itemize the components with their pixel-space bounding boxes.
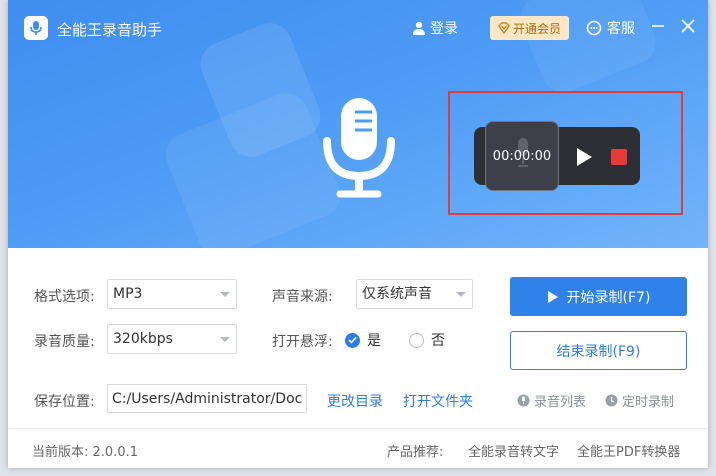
record-list-link[interactable]: 录音列表: [517, 391, 586, 410]
check-icon: [345, 332, 360, 348]
timed-record-label: 定时录制: [622, 395, 675, 410]
app-window: 全能王录音助手 登录 开通会员 客服 00:00:00 格式选项: MP3 声音…: [8, 0, 708, 468]
source-value: 仅系统声音: [362, 286, 432, 302]
stop-record-button[interactable]: 结束录制(F9): [510, 331, 687, 370]
float-yes-radio[interactable]: 是: [345, 330, 381, 350]
floating-timer[interactable]: 00:00:00: [485, 121, 559, 191]
record-list-label: 录音列表: [534, 395, 587, 410]
recommend-label: 产品推荐:: [387, 445, 444, 460]
footer: 当前版本: 2.0.0.1 产品推荐: 全能录音转文字 全能王PDF转换器: [8, 428, 708, 468]
mic-icon: [323, 98, 395, 198]
float-label: 打开悬浮:: [272, 334, 333, 350]
vip-label: 开通会员: [512, 21, 561, 36]
quality-label: 录音质量:: [34, 334, 95, 350]
timed-record-link[interactable]: 定时录制: [605, 391, 674, 410]
app-title: 全能王录音助手: [57, 21, 163, 39]
recommend-link-transcribe[interactable]: 全能录音转文字: [468, 441, 559, 460]
save-label: 保存位置:: [34, 394, 95, 410]
mic-icon: [518, 138, 528, 167]
chevron-down-icon: [456, 292, 466, 297]
mic-icon: [30, 21, 42, 35]
headset-icon: [586, 20, 602, 36]
start-record-button[interactable]: 开始录制(F7): [510, 277, 687, 316]
service-label: 客服: [607, 21, 635, 37]
service-button[interactable]: 客服: [586, 18, 635, 38]
open-folder-link[interactable]: 打开文件夹: [403, 391, 473, 411]
user-icon: [413, 21, 425, 35]
login-label: 登录: [430, 21, 458, 37]
chevron-down-icon: [220, 337, 230, 342]
quality-select[interactable]: 320kbps: [107, 324, 237, 354]
play-icon[interactable]: [575, 147, 593, 167]
close-icon[interactable]: [679, 17, 697, 35]
format-value: MP3: [113, 286, 143, 302]
float-yes-label: 是: [367, 333, 381, 349]
format-label: 格式选项:: [34, 289, 95, 305]
login-button[interactable]: 登录: [412, 18, 458, 38]
recommend-link-pdf[interactable]: 全能王PDF转换器: [577, 441, 680, 460]
header-banner: 全能王录音助手 登录 开通会员 客服 00:00:00: [8, 0, 708, 248]
app-logo: [24, 16, 48, 40]
source-label: 声音来源:: [272, 289, 333, 305]
format-select[interactable]: MP3: [107, 279, 237, 309]
float-no-label: 否: [431, 333, 445, 349]
stop-record-label: 结束录制(F9): [556, 343, 641, 360]
vip-icon: [498, 22, 510, 34]
chevron-down-icon: [220, 292, 230, 297]
source-select[interactable]: 仅系统声音: [356, 279, 473, 309]
clock-icon: [605, 394, 618, 407]
play-icon: [547, 290, 558, 303]
version-text: 当前版本: 2.0.0.1: [32, 445, 138, 460]
quality-value: 320kbps: [113, 331, 173, 347]
save-path-input[interactable]: [107, 384, 307, 413]
float-no-radio[interactable]: 否: [409, 330, 445, 350]
start-record-label: 开始录制(F7): [566, 289, 651, 306]
vip-button[interactable]: 开通会员: [490, 16, 569, 40]
list-icon: [517, 394, 530, 407]
title-bar: 全能王录音助手 登录 开通会员 客服: [8, 0, 708, 58]
minimize-icon[interactable]: [649, 17, 667, 35]
change-dir-link[interactable]: 更改目录: [327, 391, 383, 411]
stop-icon[interactable]: [611, 149, 627, 165]
radio-circle: [409, 332, 424, 348]
